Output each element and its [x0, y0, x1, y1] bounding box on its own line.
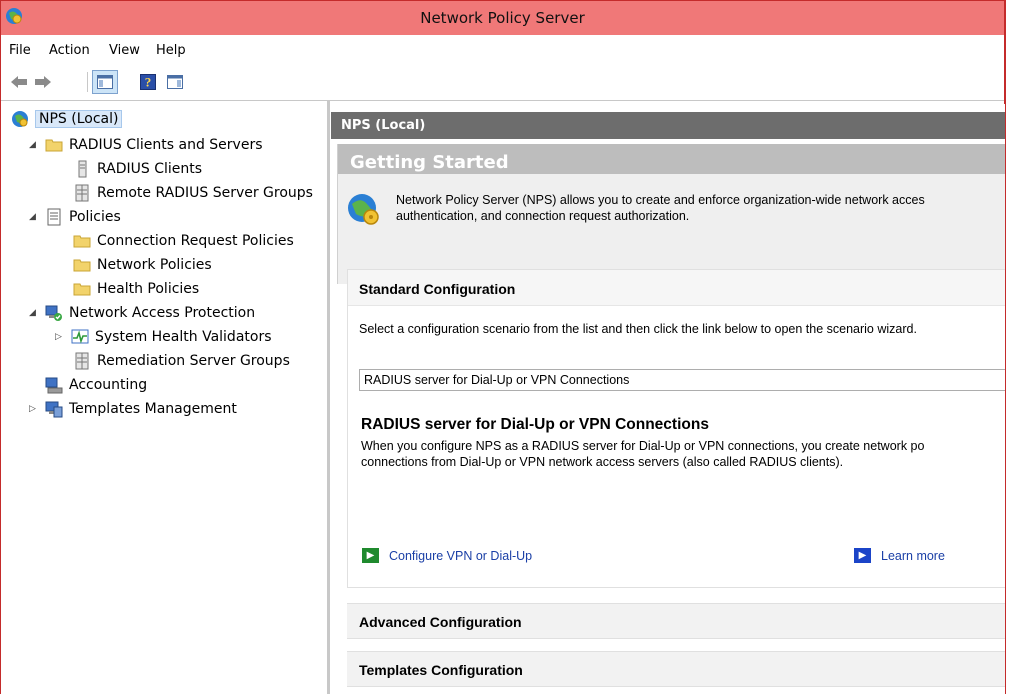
back-arrow-icon[interactable] — [9, 72, 29, 92]
nps-globe-icon — [12, 111, 28, 127]
forward-arrow-icon[interactable] — [33, 72, 53, 92]
collapse-arrow-icon[interactable]: ◢ — [29, 212, 39, 222]
tree-node-label: RADIUS Clients — [97, 161, 203, 177]
scenario-description-line: connections from Dial-Up or VPN network … — [361, 455, 844, 469]
tree-node-system-health-validators[interactable]: System Health Validators — [71, 326, 272, 348]
menu-bar: File Action View Help — [1, 36, 1004, 65]
standard-configuration-description: Select a configuration scenario from the… — [359, 322, 917, 336]
standard-configuration-header[interactable]: Standard Configuration — [348, 270, 1005, 306]
expand-arrow-icon[interactable]: ▷ — [55, 332, 65, 342]
tree-node-remediation-server-groups[interactable]: Remediation Server Groups — [73, 350, 290, 372]
nps-window: Network Policy Server File Action View H… — [0, 0, 1006, 694]
tree-node-label: Connection Request Policies — [97, 233, 294, 249]
tree-node-radius-clients[interactable]: RADIUS Clients — [73, 158, 202, 180]
tree-node-policies[interactable]: Policies — [45, 206, 121, 228]
tree-node-label: Accounting — [69, 377, 148, 393]
menu-view[interactable]: View — [109, 43, 140, 58]
templates-configuration-title: Templates Configuration — [359, 662, 523, 678]
pane-splitter[interactable] — [327, 100, 330, 694]
collapse-arrow-icon[interactable]: ◢ — [29, 140, 39, 150]
scenario-description: When you configure NPS as a RADIUS serve… — [361, 438, 1005, 470]
tree-node-connection-request-policies[interactable]: Connection Request Policies — [73, 230, 294, 252]
svg-text:?: ? — [145, 75, 152, 90]
tree-node-accounting[interactable]: Accounting — [45, 374, 147, 396]
collapse-arrow-icon[interactable]: ◢ — [29, 308, 39, 318]
nps-globe-key-icon — [348, 194, 379, 225]
green-arrow-icon: ▶ — [362, 548, 379, 563]
tree-node-network-access-protection[interactable]: Network Access Protection — [45, 302, 255, 324]
expand-arrow-icon[interactable]: ▷ — [29, 404, 39, 414]
description-line: Network Policy Server (NPS) allows you t… — [396, 193, 925, 207]
getting-started-description: Network Policy Server (NPS) allows you t… — [396, 192, 1002, 224]
description-line: authentication, and connection request a… — [396, 209, 690, 223]
nap-icon — [45, 305, 62, 321]
advanced-configuration-header[interactable]: Advanced Configuration — [347, 603, 1005, 639]
tree-node-label: Remediation Server Groups — [97, 353, 290, 369]
tree-node-label: NPS (Local) — [35, 110, 123, 128]
details-pane: NPS (Local) Getting Started Network Poli… — [331, 104, 1005, 694]
getting-started-panel: Getting Started Network Policy Server (N… — [337, 144, 1005, 284]
server-icon — [78, 160, 87, 178]
tree-node-health-policies[interactable]: Health Policies — [73, 278, 199, 300]
console-tree-icon[interactable] — [92, 70, 118, 94]
folder-icon — [73, 283, 91, 296]
toolbar-separator — [87, 72, 88, 92]
tree-node-label: Network Policies — [97, 257, 212, 273]
tree-node-network-policies[interactable]: Network Policies — [73, 254, 212, 276]
toolbar: ? — [1, 64, 1004, 101]
folder-icon — [73, 235, 91, 248]
action-pane-icon[interactable] — [165, 72, 185, 92]
scenario-title: RADIUS server for Dial-Up or VPN Connect… — [361, 416, 709, 433]
details-header: NPS (Local) — [331, 112, 1005, 139]
tree-node-templates-management[interactable]: Templates Management — [45, 398, 237, 420]
tree-node-label: Templates Management — [69, 401, 237, 417]
policy-document-icon — [47, 208, 61, 226]
folder-icon — [73, 259, 91, 272]
tree-node-label: Policies — [69, 209, 121, 225]
scenario-description-line: When you configure NPS as a RADIUS serve… — [361, 439, 925, 453]
tree-node-radius-clients-servers[interactable]: RADIUS Clients and Servers — [45, 134, 263, 156]
folder-icon — [45, 139, 63, 152]
tree-node-nps-local[interactable]: NPS (Local) — [11, 108, 123, 130]
templates-icon — [45, 401, 63, 418]
tree-node-label: Network Access Protection — [69, 305, 256, 321]
menu-action[interactable]: Action — [49, 43, 90, 58]
templates-configuration-header[interactable]: Templates Configuration — [347, 651, 1005, 687]
configure-vpn-dialup-link[interactable]: ▶ Configure VPN or Dial-Up — [362, 548, 532, 563]
configure-link-label: Configure VPN or Dial-Up — [389, 548, 533, 563]
learn-more-label: Learn more — [881, 548, 945, 563]
standard-configuration-title: Standard Configuration — [359, 281, 516, 297]
tree-node-label: Remote RADIUS Server Groups — [97, 185, 313, 201]
menu-help[interactable]: Help — [156, 43, 186, 58]
advanced-configuration-title: Advanced Configuration — [359, 614, 522, 630]
window-title: Network Policy Server — [420, 9, 585, 27]
standard-configuration-panel: Standard Configuration Select a configur… — [347, 269, 1005, 588]
getting-started-title: Getting Started — [338, 144, 1005, 174]
menu-file[interactable]: File — [9, 43, 31, 58]
scenario-select[interactable]: RADIUS server for Dial-Up or VPN Connect… — [359, 369, 1005, 391]
tree-node-remote-radius-groups[interactable]: Remote RADIUS Server Groups — [73, 182, 313, 204]
title-bar[interactable]: Network Policy Server — [1, 0, 1004, 35]
health-validator-icon — [71, 329, 89, 344]
blue-arrow-icon: ▶ — [854, 548, 871, 563]
console-tree: NPS (Local) ◢ RADIUS Clients and Servers… — [9, 106, 325, 694]
tree-node-label: RADIUS Clients and Servers — [69, 137, 263, 153]
learn-more-link[interactable]: ▶ Learn more — [854, 548, 945, 563]
tree-node-label: System Health Validators — [95, 329, 272, 345]
server-group-icon — [75, 184, 89, 202]
server-group-icon — [75, 352, 89, 370]
help-icon[interactable]: ? — [138, 72, 158, 92]
accounting-icon — [45, 377, 63, 394]
tree-node-label: Health Policies — [97, 281, 200, 297]
